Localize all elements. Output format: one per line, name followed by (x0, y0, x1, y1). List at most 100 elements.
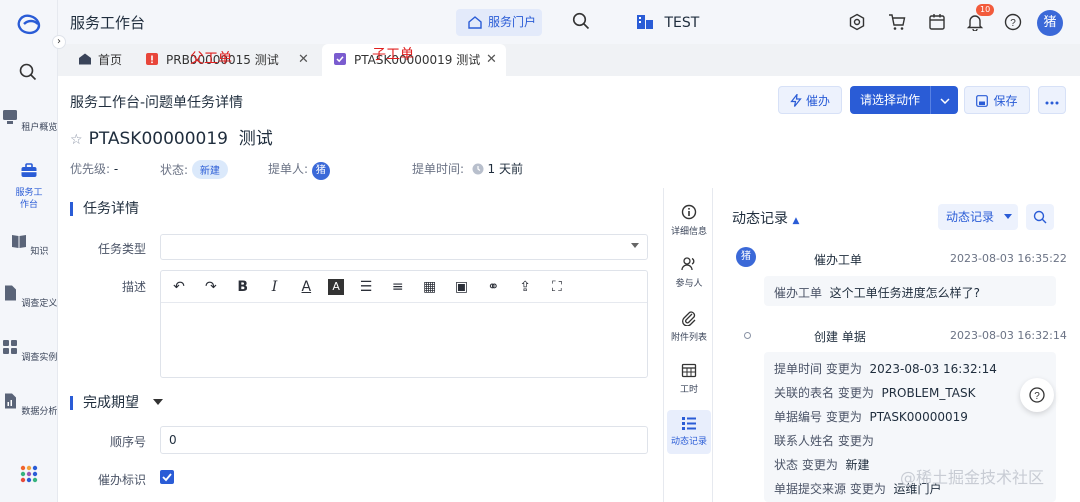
rail-item-tenant[interactable]: 租户概览 (0, 108, 58, 133)
problem-ticket-icon (146, 53, 158, 65)
submit-time-meta: 提单时间: 1 天前 (412, 160, 523, 177)
side-tab-participants[interactable]: 参与人 (664, 256, 714, 289)
task-type-select[interactable] (160, 234, 648, 260)
order-input[interactable]: 0 (160, 426, 648, 454)
portal-label: 服务门户 (488, 15, 537, 29)
help-icon[interactable]: ? (1004, 13, 1022, 31)
bold-icon[interactable]: B (233, 277, 253, 297)
table-icon[interactable]: ▦ (420, 277, 440, 297)
rail-item-workbench[interactable]: 服务工作台 (0, 162, 58, 211)
side-tab-attachments[interactable]: 附件列表 (664, 310, 714, 343)
section-label: 完成期望 (83, 395, 139, 411)
side-tab-label: 工时 (679, 385, 698, 395)
bullet-list-icon[interactable]: ☰ (356, 277, 376, 297)
briefcase-icon (21, 163, 37, 177)
submit-time-label: 提单时间: (412, 162, 465, 176)
global-search-icon[interactable] (572, 12, 590, 30)
status-label: 状态: (160, 163, 189, 177)
tab-close-icon[interactable]: ✕ (486, 44, 497, 76)
rail-label: 租户概览 (21, 123, 58, 133)
user-avatar[interactable]: 猪 (1037, 10, 1063, 36)
submitter-avatar[interactable]: 猪 (311, 162, 330, 180)
status-badge: 新建 (191, 160, 228, 179)
activity-filter-dropdown[interactable]: 动态记录 (938, 204, 1018, 230)
ticket-title: ☆ PTASK00000019 测试 (70, 124, 273, 149)
activity-search-button[interactable] (1026, 204, 1054, 230)
app-menu-icon[interactable] (20, 465, 38, 483)
select-action-button[interactable]: 请选择动作 (850, 86, 930, 114)
rail-label: 服务工作台 (15, 188, 43, 210)
settings-hex-icon[interactable] (848, 13, 866, 31)
task-type-label: 任务类型 (97, 242, 146, 256)
side-tab-label: 附件列表 (670, 333, 707, 343)
search-icon (1033, 210, 1047, 224)
numbered-list-icon[interactable]: ≡ (388, 277, 408, 297)
image-icon[interactable]: ▣ (451, 277, 471, 297)
activity-avatar: 猪 (736, 247, 756, 267)
editor-toolbar: ↶ ↷ B I A A ☰ ≡ ▦ ▣ ⚭ ⇪ ⛶ (161, 271, 647, 303)
side-tab-worktime[interactable]: 工时 (664, 362, 714, 395)
activity-body: 催办工单 这个工单任务进度怎么样了? (764, 276, 1056, 306)
font-color-icon[interactable]: A (296, 277, 316, 297)
rail-item-analytics[interactable]: 数据分析 (0, 392, 58, 417)
activity-title-text: 动态记录 (732, 211, 788, 227)
side-tab-label: 详细信息 (670, 227, 707, 237)
action-dropdown-toggle[interactable] (930, 86, 958, 114)
tab-child-ticket[interactable]: PTASK00000019 测试 ✕ (322, 44, 506, 76)
sort-icon[interactable]: ▲ (792, 216, 799, 226)
page-heading: 服务工作台-问题单任务详情 (70, 95, 244, 111)
calendar-grid-icon (681, 363, 697, 378)
service-portal-button[interactable]: 服务门户 (456, 9, 542, 36)
upload-icon[interactable]: ⇪ (515, 277, 535, 297)
priority-label: 优先级: (70, 162, 111, 176)
paperclip-icon (682, 311, 696, 326)
building-icon (637, 15, 653, 29)
grid-icon (2, 340, 17, 354)
tenant-switcher[interactable]: TEST (636, 12, 699, 31)
more-dots-icon (1045, 101, 1059, 105)
cart-icon[interactable] (888, 13, 906, 31)
highlight-icon[interactable]: A (328, 279, 345, 295)
urge-flag-checkbox[interactable] (160, 470, 174, 484)
floating-help-button[interactable]: ? (1020, 378, 1054, 412)
undo-icon[interactable]: ↶ (169, 277, 189, 297)
calendar-icon[interactable] (928, 13, 946, 31)
app-logo-icon[interactable] (14, 10, 44, 36)
star-icon[interactable]: ☆ (70, 132, 83, 148)
side-tab-activity[interactable]: 动态记录 (667, 410, 711, 454)
save-icon (976, 95, 989, 107)
caret-down-icon[interactable] (153, 399, 164, 405)
rail-expand-icon[interactable]: › (52, 35, 66, 49)
svg-text:?: ? (1034, 391, 1040, 402)
fullscreen-icon[interactable]: ⛶ (547, 277, 567, 297)
caret-down-icon (631, 243, 639, 248)
chevron-down-icon (939, 98, 950, 105)
tab-close-icon[interactable]: ✕ (298, 44, 309, 76)
ticket-number: PTASK00000019 (88, 129, 228, 149)
redo-icon[interactable]: ↷ (201, 277, 221, 297)
rail-label: 调查实例 (21, 353, 58, 363)
rail-item-knowledge[interactable]: 知识 (0, 232, 58, 257)
change-key: 联系人姓名 变更为 (774, 434, 874, 448)
home-filled-icon (79, 53, 91, 65)
urge-button[interactable]: 催办 (778, 86, 842, 114)
link-icon[interactable]: ⚭ (483, 277, 503, 297)
description-editor[interactable]: ↶ ↷ B I A A ☰ ≡ ▦ ▣ ⚭ ⇪ ⛶ (160, 270, 648, 378)
activity-action: 催办工单 (814, 253, 863, 267)
activity-time: 2023-08-03 16:32:14 (950, 329, 1067, 342)
monitor-icon (2, 110, 17, 124)
italic-icon[interactable]: I (264, 277, 284, 297)
side-tab-details[interactable]: 详细信息 (664, 204, 714, 237)
rail-item-survey-def[interactable]: 调查定义 (0, 284, 58, 309)
notification-badge: 10 (976, 4, 995, 16)
activity-body-value: 这个工单任务进度怎么样了? (829, 286, 981, 300)
tab-home[interactable]: 首页 (78, 44, 138, 76)
rail-item-survey-inst[interactable]: 调查实例 (0, 338, 58, 363)
more-options-button[interactable] (1038, 86, 1066, 114)
change-key: 单据编号 变更为 (774, 410, 862, 424)
change-key: 单据提交来源 变更为 (774, 482, 886, 496)
rail-search-icon[interactable] (18, 62, 38, 82)
save-button[interactable]: 保存 (964, 86, 1030, 114)
change-value: PTASK00000019 (869, 410, 968, 424)
activity-time: 2023-08-03 16:35:22 (950, 252, 1067, 265)
